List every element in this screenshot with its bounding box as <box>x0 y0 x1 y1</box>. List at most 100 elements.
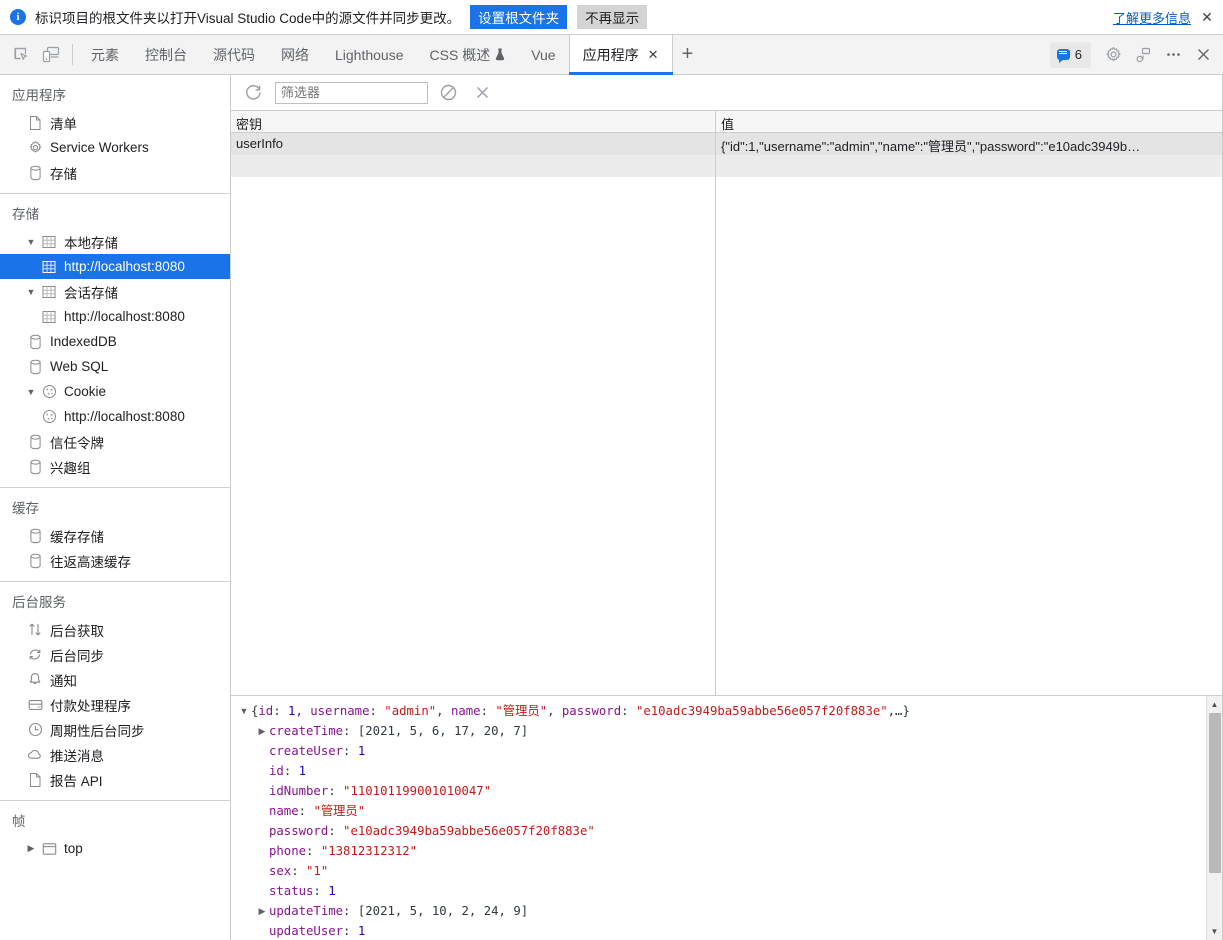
sidebar-item-local-storage-origin[interactable]: http://localhost:8080 <box>0 254 230 279</box>
table-row-empty[interactable] <box>231 155 1222 177</box>
learn-more-link[interactable]: 了解更多信息 <box>1113 8 1191 27</box>
json-property-row[interactable]: createUser: 1 <box>237 741 1206 761</box>
add-tab-button[interactable]: + <box>673 35 703 74</box>
sidebar-item-session-storage[interactable]: ▼ 会话存储 <box>0 279 230 304</box>
set-root-folder-button[interactable]: 设置根文件夹 <box>470 5 568 29</box>
value-preview-pane: ▼ {id: 1, username: "admin", name: "管理员"… <box>231 695 1222 940</box>
sidebar-item-push-messaging[interactable]: 推送消息 <box>0 742 230 767</box>
tab-close-icon[interactable]: ✕ <box>648 47 659 63</box>
scroll-up-arrow-icon[interactable]: ▲ <box>1207 696 1223 713</box>
section-header: 后台服务 <box>12 595 66 610</box>
chevron-right-icon[interactable]: ▶ <box>24 843 38 854</box>
chevron-right-icon[interactable]: ▶ <box>255 721 269 741</box>
cookie-icon <box>38 384 60 399</box>
tab-vue[interactable]: Vue <box>518 35 568 74</box>
database-icon <box>24 553 46 569</box>
sidebar-item-interest-groups[interactable]: 兴趣组 <box>0 454 230 479</box>
json-summary-row[interactable]: ▼ {id: 1, username: "admin", name: "管理员"… <box>237 701 1206 721</box>
sidebar-item-background-fetch[interactable]: 后台获取 <box>0 617 230 642</box>
json-property-row[interactable]: status: 1 <box>237 881 1206 901</box>
sidebar-item-notifications[interactable]: 通知 <box>0 667 230 692</box>
scroll-down-arrow-icon[interactable]: ▼ <box>1207 923 1223 940</box>
sidebar-item-session-storage-origin[interactable]: http://localhost:8080 <box>0 304 230 329</box>
sidebar-section-cache: 缓存 缓存存储 往返高速缓存 <box>0 488 230 582</box>
tabbar-right-controls: 6 <box>1049 35 1223 74</box>
refresh-icon[interactable] <box>239 79 267 107</box>
chevron-right-icon[interactable]: ▶ <box>255 901 269 921</box>
table-row[interactable]: userInfo {"id":1,"username":"admin","nam… <box>231 133 1222 155</box>
sidebar-item-storage[interactable]: 存储 <box>0 160 230 185</box>
column-header-value[interactable]: 值 <box>716 111 1222 132</box>
clear-all-icon[interactable] <box>434 79 462 107</box>
frame-icon <box>38 842 60 856</box>
sidebar-item-payment-handler[interactable]: 付款处理程序 <box>0 692 230 717</box>
close-icon[interactable]: ✕ <box>1199 9 1215 25</box>
json-preview[interactable]: ▼ {id: 1, username: "admin", name: "管理员"… <box>231 696 1206 940</box>
property-value: "13812312312" <box>320 844 418 858</box>
tab-label: 应用程序 <box>582 46 639 63</box>
tab-elements[interactable]: 元素 <box>78 35 132 74</box>
tab-console[interactable]: 控制台 <box>132 35 200 74</box>
sidebar-item-indexeddb[interactable]: IndexedDB <box>0 329 230 354</box>
cell-key[interactable]: userInfo <box>231 133 716 155</box>
message-count-badge[interactable]: 6 <box>1049 41 1091 68</box>
tab-network[interactable]: 网络 <box>268 35 322 74</box>
sidebar-item-label: 后台获取 <box>50 623 104 639</box>
property-name: phone <box>269 844 307 858</box>
sidebar-item-service-workers[interactable]: Service Workers <box>0 135 230 160</box>
manifest-document-icon <box>24 115 46 131</box>
sidebar-item-back-forward-cache[interactable]: 往返高速缓存 <box>0 548 230 573</box>
filter-input[interactable] <box>275 81 428 104</box>
sidebar-item-background-sync[interactable]: 后台同步 <box>0 642 230 667</box>
tab-application[interactable]: 应用程序 ✕ <box>568 35 673 75</box>
chevron-down-icon[interactable]: ▼ <box>237 701 251 721</box>
json-property-row[interactable]: password: "e10adc3949ba59abbe56e057f20f8… <box>237 821 1206 841</box>
chevron-down-icon[interactable]: ▼ <box>24 387 38 397</box>
datagrid-header: 密钥 值 <box>231 111 1222 133</box>
json-property-row[interactable]: ▶ createTime: [2021, 5, 6, 17, 20, 7] <box>237 721 1206 741</box>
chevron-down-icon[interactable]: ▼ <box>24 237 38 247</box>
sidebar-item-reporting-api[interactable]: 报告 API <box>0 767 230 792</box>
sidebar-section-application: 应用程序 清单 Service Workers 存储 <box>0 75 230 194</box>
sidebar-item-periodic-background-sync[interactable]: 周期性后台同步 <box>0 717 230 742</box>
property-name: id <box>269 764 284 778</box>
device-toolbar-icon[interactable] <box>36 35 66 74</box>
preview-vertical-scrollbar[interactable]: ▲ ▼ <box>1206 696 1222 940</box>
sidebar-item-local-storage[interactable]: ▼ 本地存储 <box>0 229 230 254</box>
sidebar-item-frame-top[interactable]: ▶ top <box>0 836 230 861</box>
tab-lighthouse[interactable]: Lighthouse <box>322 35 417 74</box>
application-sidebar[interactable]: 应用程序 清单 Service Workers 存储 存储 ▼ 本地存储 htt… <box>0 75 231 940</box>
cell-value[interactable]: {"id":1,"username":"admin","name":"管理员",… <box>716 133 1222 155</box>
column-header-key[interactable]: 密钥 <box>231 111 716 132</box>
sidebar-item-cookie-origin[interactable]: http://localhost:8080 <box>0 404 230 429</box>
dont-show-again-button[interactable]: 不再显示 <box>577 5 648 29</box>
devices-pair-icon[interactable] <box>1129 41 1157 69</box>
json-property-row[interactable]: updateUser: 1 <box>237 921 1206 940</box>
sidebar-item-label: Service Workers <box>50 140 149 155</box>
sidebar-item-label: http://localhost:8080 <box>64 409 185 424</box>
inspect-element-icon[interactable] <box>6 35 36 74</box>
json-property-row[interactable]: ▶ updateTime: [2021, 5, 10, 2, 24, 9] <box>237 901 1206 921</box>
cloud-icon <box>24 748 46 761</box>
datagrid-empty-area[interactable] <box>231 177 1222 695</box>
more-options-icon[interactable] <box>1159 41 1187 69</box>
json-property-row[interactable]: sex: "1" <box>237 861 1206 881</box>
sidebar-item-manifest[interactable]: 清单 <box>0 110 230 135</box>
json-property-row[interactable]: name: "管理员" <box>237 801 1206 821</box>
vscode-infobar: i 标识项目的根文件夹以打开Visual Studio Code中的源文件并同步… <box>0 0 1223 35</box>
tab-css-overview[interactable]: CSS 概述 <box>417 35 519 74</box>
storage-datagrid[interactable]: 密钥 值 userInfo {"id":1,"username":"admin"… <box>231 111 1222 695</box>
chevron-down-icon[interactable]: ▼ <box>24 287 38 297</box>
delete-selected-icon[interactable] <box>468 79 496 107</box>
sidebar-item-trust-tokens[interactable]: 信任令牌 <box>0 429 230 454</box>
json-property-row[interactable]: id: 1 <box>237 761 1206 781</box>
sidebar-item-cookies[interactable]: ▼ Cookie <box>0 379 230 404</box>
json-property-row[interactable]: idNumber: "110101199001010047" <box>237 781 1206 801</box>
sidebar-item-cache-storage[interactable]: 缓存存储 <box>0 523 230 548</box>
gear-icon[interactable] <box>1099 41 1127 69</box>
scrollbar-thumb[interactable] <box>1209 713 1221 873</box>
json-property-row[interactable]: phone: "13812312312" <box>237 841 1206 861</box>
sidebar-item-web-sql[interactable]: Web SQL <box>0 354 230 379</box>
tab-sources[interactable]: 源代码 <box>200 35 268 74</box>
close-devtools-icon[interactable] <box>1189 41 1217 69</box>
